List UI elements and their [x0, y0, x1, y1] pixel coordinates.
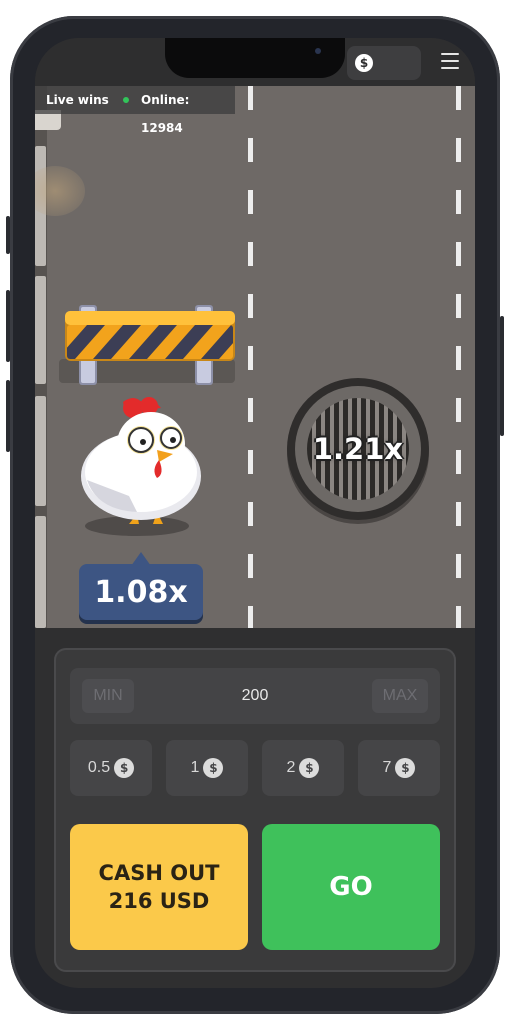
lane-divider: [456, 86, 461, 628]
dollar-coin-icon: $: [114, 758, 135, 778]
light-glow: [35, 166, 85, 216]
quick-bet-button[interactable]: 1 $: [166, 740, 248, 796]
top-bar: $: [35, 38, 475, 86]
bet-amount-row: MIN 200 MAX: [70, 668, 440, 724]
quick-bet-button[interactable]: 0.5 $: [70, 740, 152, 796]
quick-bet-amount: 7: [382, 759, 392, 776]
quick-bet-amount: 1: [190, 759, 200, 776]
balance-display[interactable]: $: [347, 46, 421, 80]
cash-out-label: CASH OUT: [98, 861, 220, 885]
camera-icon: [315, 48, 321, 54]
road-barrier-icon: [59, 305, 235, 385]
game-road: 1.08x 1.21x: [35, 86, 475, 628]
current-multiplier-label: 1.08x: [79, 564, 203, 620]
quick-bet-amount: 2: [286, 759, 296, 776]
bet-amount-input[interactable]: 200: [140, 668, 370, 724]
info-bar: Live wins Online: 12984: [35, 86, 235, 135]
max-bet-button[interactable]: MAX: [372, 679, 428, 713]
quick-bet-button[interactable]: 2 $: [262, 740, 344, 796]
hamburger-menu-icon[interactable]: [441, 53, 459, 69]
phone-side-button: [6, 216, 10, 254]
lane-divider: [248, 86, 253, 628]
dollar-coin-icon: $: [299, 758, 320, 778]
dollar-coin-icon: $: [203, 758, 224, 778]
quick-bet-button[interactable]: 7 $: [358, 740, 440, 796]
phone-side-button: [6, 380, 10, 452]
next-multiplier-label: 1.21x: [312, 432, 404, 466]
phone-side-button: [500, 316, 504, 436]
manhole-multiplier[interactable]: 1.21x: [287, 378, 429, 520]
chicken-character-icon: [81, 397, 201, 536]
online-count: Online: 12984: [141, 93, 190, 135]
phone-side-button: [6, 290, 10, 362]
go-button[interactable]: GO: [262, 824, 440, 950]
current-multiplier-badge: 1.08x: [79, 552, 203, 620]
live-wins-link[interactable]: Live wins: [46, 86, 109, 114]
camera-notch: [165, 38, 345, 78]
min-bet-button[interactable]: MIN: [82, 679, 134, 713]
dollar-coin-icon: $: [395, 758, 416, 778]
cash-out-amount: 216 USD: [108, 889, 210, 913]
phone-screen: $ 1.08x 1.21x Live wins Online: 12984 MI…: [35, 38, 475, 988]
online-status-dot-icon: [123, 97, 129, 103]
quick-bet-amount: 0.5: [87, 759, 111, 776]
bet-control-panel: MIN 200 MAX 0.5 $ 1 $ 2 $ 7 $ CASH OUT 2…: [54, 648, 456, 972]
dollar-coin-icon: $: [355, 54, 373, 72]
cash-out-button[interactable]: CASH OUT 216 USD: [70, 824, 248, 950]
